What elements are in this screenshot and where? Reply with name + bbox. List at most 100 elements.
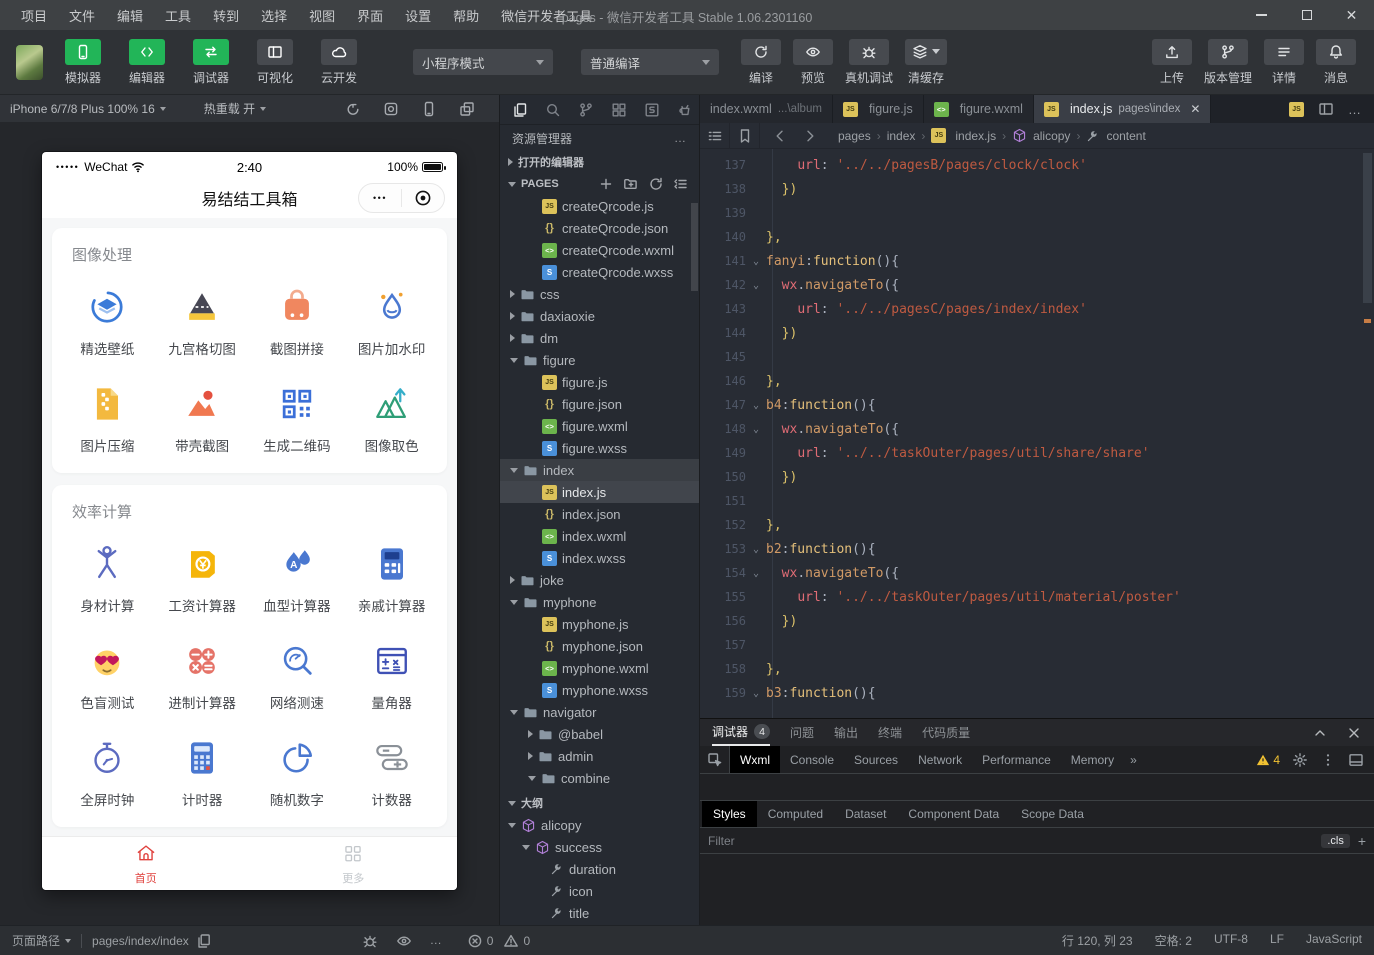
toolbar-toggle-可视化[interactable]: 可视化 bbox=[249, 39, 301, 86]
toolbar-toggle-模拟器[interactable]: 模拟器 bbox=[57, 39, 109, 86]
tree-item-admin[interactable]: admin bbox=[500, 745, 699, 767]
tree-item-figure.wxml[interactable]: <>figure.wxml bbox=[500, 415, 699, 437]
phone-tab-首页[interactable]: 首页 bbox=[42, 837, 250, 890]
tree-item-daxiaoxie[interactable]: daxiaoxie bbox=[500, 305, 699, 327]
more-icon[interactable]: … bbox=[430, 933, 443, 949]
js-file-icon[interactable]: JS bbox=[1289, 102, 1304, 117]
app-item-血型计算器[interactable]: A 血型计算器 bbox=[250, 528, 345, 615]
collapse-all-icon[interactable] bbox=[673, 176, 689, 192]
outline-item-duration[interactable]: duration bbox=[500, 858, 699, 880]
app-item-带壳截图[interactable]: 带壳截图 bbox=[155, 368, 250, 455]
preview-status-icon[interactable] bbox=[396, 933, 412, 949]
app-item-网络测速[interactable]: 网络测速 bbox=[250, 625, 345, 712]
app-item-进制计算器[interactable]: 进制计算器 bbox=[155, 625, 250, 712]
more-menu-button[interactable]: ••• bbox=[359, 193, 401, 203]
styles-tab-Computed[interactable]: Computed bbox=[757, 801, 834, 827]
back-icon[interactable] bbox=[772, 128, 788, 144]
editor-tab-index.wxml[interactable]: index.wxml ...\album bbox=[700, 95, 833, 123]
tree-item-figure.json[interactable]: {}figure.json bbox=[500, 393, 699, 415]
gear-icon[interactable] bbox=[1292, 752, 1308, 768]
toolbar-action-版本管理[interactable]: 版本管理 bbox=[1204, 39, 1252, 86]
styles-tab-Component Data[interactable]: Component Data bbox=[897, 801, 1010, 827]
menu-item-0[interactable]: 项目 bbox=[10, 6, 58, 25]
tree-item-index.wxml[interactable]: <>index.wxml bbox=[500, 525, 699, 547]
app-item-图片压缩[interactable]: 图片压缩 bbox=[60, 368, 155, 455]
outline-item-title[interactable]: title bbox=[500, 902, 699, 924]
tree-item-myphone.wxss[interactable]: Smyphone.wxss bbox=[500, 679, 699, 701]
devtools-warnings[interactable]: 4 bbox=[1256, 753, 1280, 767]
cursor-position[interactable]: 行 120, 列 23 bbox=[1062, 932, 1133, 949]
tree-item-@babel[interactable]: @babel bbox=[500, 723, 699, 745]
new-folder-icon[interactable] bbox=[623, 176, 639, 192]
menu-item-8[interactable]: 设置 bbox=[394, 6, 442, 25]
record-icon[interactable] bbox=[383, 101, 399, 117]
outline-item-icon[interactable]: icon bbox=[500, 880, 699, 902]
debugger-tab-调试器[interactable]: 调试器 4 bbox=[712, 719, 770, 746]
ssquare-activity-icon[interactable] bbox=[644, 102, 660, 118]
toolbar-action-清缓存[interactable]: 清缓存 bbox=[905, 39, 947, 86]
tab-overflow-icon[interactable]: » bbox=[1124, 753, 1143, 767]
kebab-menu-icon[interactable] bbox=[1320, 752, 1336, 768]
toolbar-toggle-云开发[interactable]: 云开发 bbox=[313, 39, 365, 86]
hot-reload-toggle[interactable]: 热重载 开 bbox=[204, 100, 266, 117]
toolbar-action-消息[interactable]: 消息 bbox=[1316, 39, 1356, 86]
breadcrumb-item-content[interactable]: content bbox=[1086, 129, 1145, 143]
fold-chevron-icon[interactable]: ⌄ bbox=[746, 424, 766, 435]
debugger-tab-代码质量[interactable]: 代码质量 bbox=[922, 719, 970, 746]
fold-chevron-icon[interactable]: ⌄ bbox=[746, 400, 766, 411]
styles-tab-Dataset[interactable]: Dataset bbox=[834, 801, 897, 827]
add-style-button[interactable]: + bbox=[1358, 833, 1366, 849]
phone-tab-更多[interactable]: 更多 bbox=[250, 837, 458, 890]
tree-item-index[interactable]: index bbox=[500, 459, 699, 481]
app-item-计时器[interactable]: 计时器 bbox=[155, 722, 250, 809]
pages-section[interactable]: PAGES bbox=[500, 173, 699, 195]
more-icon[interactable]: … bbox=[1348, 102, 1362, 117]
inspect-element-icon[interactable] bbox=[700, 746, 730, 773]
close-button[interactable]: ✕ bbox=[1329, 0, 1374, 30]
language-mode[interactable]: JavaScript bbox=[1306, 932, 1362, 949]
devtools-tab-Performance[interactable]: Performance bbox=[972, 746, 1061, 773]
outline-item-success[interactable]: success bbox=[500, 836, 699, 858]
explorer-scrollbar[interactable] bbox=[691, 203, 698, 291]
tree-item-figure.wxss[interactable]: Sfigure.wxss bbox=[500, 437, 699, 459]
tree-item-index.json[interactable]: {}index.json bbox=[500, 503, 699, 525]
cls-button[interactable]: .cls bbox=[1321, 834, 1350, 848]
tree-item-combine[interactable]: combine bbox=[500, 767, 699, 789]
filter-input[interactable] bbox=[708, 834, 1313, 848]
tree-item-createQrcode.wxml[interactable]: <>createQrcode.wxml bbox=[500, 239, 699, 261]
tree-item-myphone.json[interactable]: {}myphone.json bbox=[500, 635, 699, 657]
breadcrumb-item-index[interactable]: index bbox=[887, 129, 916, 143]
tree-item-joke[interactable]: joke bbox=[500, 569, 699, 591]
app-item-身材计算[interactable]: 身材计算 bbox=[60, 528, 155, 615]
app-item-九宫格切图[interactable]: 九宫格切图 bbox=[155, 271, 250, 358]
editor-tab-figure.js[interactable]: JSfigure.js bbox=[833, 95, 924, 123]
styles-tab-Scope Data[interactable]: Scope Data bbox=[1010, 801, 1095, 827]
eol-setting[interactable]: LF bbox=[1270, 932, 1284, 949]
app-item-随机数字[interactable]: 随机数字 bbox=[250, 722, 345, 809]
fold-chevron-icon[interactable]: ⌄ bbox=[746, 256, 766, 267]
avatar[interactable] bbox=[16, 45, 43, 80]
app-item-图像取色[interactable]: 图像取色 bbox=[344, 368, 439, 455]
tree-item-dm[interactable]: dm bbox=[500, 327, 699, 349]
app-item-亲戚计算器[interactable]: 亲戚计算器 bbox=[344, 528, 439, 615]
compile-select[interactable]: 普通编译 bbox=[581, 49, 719, 75]
tree-item-index.wxss[interactable]: Sindex.wxss bbox=[500, 547, 699, 569]
toolbar-action-真机调试[interactable]: 真机调试 bbox=[845, 39, 893, 86]
fold-chevron-icon[interactable]: ⌄ bbox=[746, 688, 766, 699]
debugger-tab-终端[interactable]: 终端 bbox=[878, 719, 902, 746]
search-activity-icon[interactable] bbox=[545, 102, 561, 118]
tree-item-css[interactable]: css bbox=[500, 283, 699, 305]
encoding-setting[interactable]: UTF-8 bbox=[1214, 932, 1248, 949]
toolbar-action-预览[interactable]: 预览 bbox=[793, 39, 833, 86]
tree-item-figure.js[interactable]: JSfigure.js bbox=[500, 371, 699, 393]
breadcrumb-item-index.js[interactable]: JSindex.js bbox=[931, 128, 996, 143]
collapse-panel-icon[interactable] bbox=[1312, 725, 1328, 741]
toolbar-action-详情[interactable]: 详情 bbox=[1264, 39, 1304, 86]
breadcrumb-item-pages[interactable]: pages bbox=[838, 129, 871, 143]
mode-select[interactable]: 小程序模式 bbox=[413, 49, 553, 75]
wxml-tree-area[interactable] bbox=[700, 774, 1374, 801]
debugger-tab-输出[interactable]: 输出 bbox=[834, 719, 858, 746]
app-item-色盲测试[interactable]: 色盲测试 bbox=[60, 625, 155, 712]
devtools-tab-Sources[interactable]: Sources bbox=[844, 746, 908, 773]
debug-status-icon[interactable] bbox=[362, 933, 378, 949]
